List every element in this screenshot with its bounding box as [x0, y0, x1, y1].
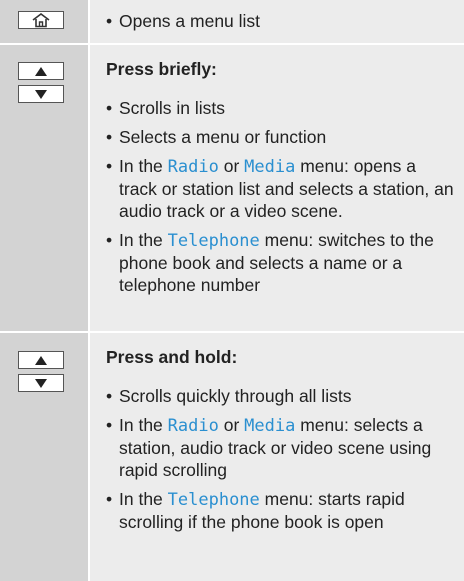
description-column: Press briefly: Scrolls in lists Selects …	[90, 45, 464, 331]
up-key	[18, 351, 64, 369]
table-row-home: Opens a menu list	[0, 0, 464, 43]
down-key	[18, 85, 64, 103]
telephone-menu-keyword: Telephone	[167, 231, 260, 251]
home-icon	[30, 12, 52, 28]
radio-menu-keyword: Radio	[167, 157, 219, 177]
radio-menu-keyword: Radio	[167, 416, 219, 436]
list-item: In the Telephone menu: starts rapid scro…	[106, 488, 456, 533]
down-key	[18, 374, 64, 392]
table-row-press-briefly: Press briefly: Scrolls in lists Selects …	[0, 45, 464, 331]
section-heading: Press and hold:	[106, 347, 238, 367]
arrow-up-icon	[34, 66, 48, 77]
bullet-text-mid: or	[218, 156, 245, 176]
arrow-down-icon	[34, 378, 48, 389]
list-item: Selects a menu or function	[106, 126, 456, 148]
up-key	[18, 62, 64, 80]
media-menu-keyword: Media	[244, 416, 296, 436]
key-column	[0, 333, 88, 581]
list-item: Scrolls quickly through all lists	[106, 385, 456, 407]
button-function-table: Opens a menu list Press briefly: Scrolls…	[0, 0, 464, 581]
bullet-text: Opens a menu list	[119, 11, 261, 31]
bullet-text-pre: In the	[119, 415, 168, 435]
bullet-text-pre: In the	[119, 230, 168, 250]
bullet-text: Scrolls in lists	[119, 98, 225, 118]
bullet-list: Scrolls in lists Selects a menu or funct…	[106, 97, 456, 303]
bullet-text-pre: In the	[119, 156, 168, 176]
key-column	[0, 45, 88, 331]
description-column: Opens a menu list	[90, 0, 464, 43]
list-item: In the Telephone menu: switches to the p…	[106, 229, 456, 296]
table-row-press-and-hold: Press and hold: Scrolls quickly through …	[0, 333, 464, 581]
list-item: In the Radio or Media menu: opens a trac…	[106, 155, 456, 222]
list-item: Opens a menu list	[106, 10, 456, 32]
arrow-down-icon	[34, 89, 48, 100]
list-item: Scrolls in lists	[106, 97, 456, 119]
list-item: In the Radio or Media menu: selects a st…	[106, 414, 456, 481]
arrow-up-icon	[34, 355, 48, 366]
description-column: Press and hold: Scrolls quickly through …	[90, 333, 464, 581]
key-column	[0, 0, 88, 43]
bullet-list: Opens a menu list	[106, 10, 456, 39]
bullet-text: Scrolls quickly through all lists	[119, 386, 352, 406]
bullet-text-mid: or	[218, 415, 245, 435]
bullet-text: Selects a menu or function	[119, 127, 327, 147]
bullet-list: Scrolls quickly through all lists In the…	[106, 385, 456, 540]
media-menu-keyword: Media	[244, 157, 296, 177]
section-heading: Press briefly:	[106, 59, 217, 79]
bullet-text-pre: In the	[119, 489, 168, 509]
telephone-menu-keyword: Telephone	[167, 490, 260, 510]
home-key	[18, 11, 64, 29]
